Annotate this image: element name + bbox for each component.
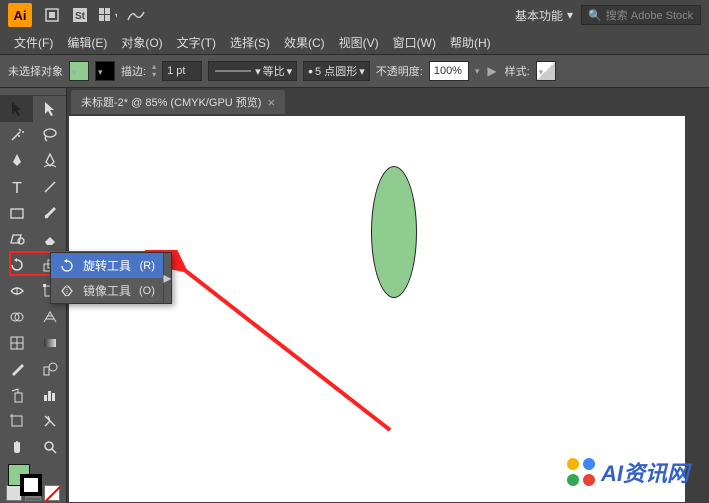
line-tool[interactable]: [33, 174, 66, 200]
curvature-tool[interactable]: [33, 148, 66, 174]
symbol-sprayer-tool[interactable]: [0, 382, 33, 408]
preview-icon[interactable]: [125, 4, 147, 26]
menu-effect[interactable]: 效果(C): [278, 32, 331, 53]
control-bar: 未选择对象 描边: ▴▾ 1 pt ▾等比▾ •5 点圆形▾ 不透明度: 100…: [0, 54, 709, 88]
search-icon: 🔍: [588, 9, 602, 22]
flyout-reflect-tool[interactable]: 镜像工具 (O): [51, 278, 163, 303]
rotate-icon: [59, 258, 75, 274]
artboard-tool[interactable]: [0, 408, 33, 434]
perspective-grid-tool[interactable]: [33, 304, 66, 330]
watermark: AI资讯网: [567, 456, 689, 488]
opacity-label: 不透明度:: [376, 63, 423, 79]
menu-help[interactable]: 帮助(H): [444, 32, 497, 53]
none-mode-icon[interactable]: [44, 485, 60, 501]
workspace-dropdown[interactable]: 基本功能 ▾: [507, 5, 581, 26]
direct-selection-tool[interactable]: [33, 96, 66, 122]
svg-text:T: T: [12, 180, 22, 195]
variable-width-dropdown[interactable]: ▾等比▾: [208, 61, 297, 81]
menu-file[interactable]: 文件(F): [8, 32, 59, 53]
paintbrush-tool[interactable]: [33, 200, 66, 226]
menu-edit[interactable]: 编辑(E): [61, 32, 113, 53]
stroke-swatch[interactable]: [95, 61, 115, 81]
opacity-input[interactable]: 100%: [429, 61, 469, 81]
tab-title: 未标题-2* @ 85% (CMYK/GPU 预览): [81, 94, 261, 110]
canvas[interactable]: [67, 114, 709, 503]
gradient-tool[interactable]: [33, 330, 66, 356]
stock-icon[interactable]: St: [69, 4, 91, 26]
flyout-rotate-label: 旋转工具: [83, 257, 131, 274]
style-swatch[interactable]: [536, 61, 556, 81]
stroke-label: 描边:: [121, 63, 146, 79]
magic-wand-tool[interactable]: [0, 122, 33, 148]
flyout-reflect-shortcut: (O): [139, 285, 155, 297]
tab-bar: 未标题-2* @ 85% (CMYK/GPU 预览) ×: [67, 88, 709, 114]
menu-view[interactable]: 视图(V): [333, 32, 385, 53]
stock-search-input[interactable]: 🔍 搜索 Adobe Stock: [581, 5, 701, 25]
fill-swatch[interactable]: [69, 61, 89, 81]
menu-type[interactable]: 文字(T): [171, 32, 222, 53]
shape-builder-tool[interactable]: [0, 304, 33, 330]
next-icon[interactable]: ▶: [487, 64, 496, 78]
flyout-rotate-tool[interactable]: 旋转工具 (R): [51, 253, 163, 278]
rectangle-tool[interactable]: [0, 200, 33, 226]
slice-tool[interactable]: [33, 408, 66, 434]
selection-status: 未选择对象: [8, 63, 63, 79]
workspace-label: 基本功能: [515, 7, 563, 24]
rotate-tool[interactable]: [0, 252, 33, 278]
menu-window[interactable]: 窗口(W): [387, 32, 442, 53]
close-icon[interactable]: ×: [267, 95, 275, 110]
watermark-logo-icon: [567, 458, 595, 486]
artboard[interactable]: [69, 116, 685, 502]
pen-tool[interactable]: [0, 148, 33, 174]
menu-select[interactable]: 选择(S): [224, 32, 276, 53]
brush-dropdown[interactable]: •5 点圆形▾: [303, 61, 370, 81]
search-placeholder: 搜索 Adobe Stock: [606, 7, 693, 23]
tools-panel-header[interactable]: [0, 88, 66, 96]
width-tool[interactable]: [0, 278, 33, 304]
flyout-tearoff-handle[interactable]: ▸: [163, 253, 171, 303]
hand-tool[interactable]: [0, 434, 33, 460]
opacity-chevron-icon[interactable]: ▾: [475, 66, 480, 77]
svg-text:▾: ▾: [115, 11, 117, 20]
arrange-icon[interactable]: ▾: [97, 4, 119, 26]
mesh-tool[interactable]: [0, 330, 33, 356]
stroke-stepper[interactable]: ▴▾: [152, 63, 156, 79]
app-logo-icon: Ai: [8, 3, 32, 27]
lasso-tool[interactable]: [33, 122, 66, 148]
color-picker-area[interactable]: [0, 460, 66, 483]
stroke-color-box[interactable]: [20, 474, 42, 496]
chevron-down-icon: ▾: [567, 8, 573, 22]
selection-tool[interactable]: [0, 96, 33, 122]
style-label: 样式:: [505, 63, 530, 79]
shaper-tool[interactable]: [0, 226, 33, 252]
menu-bar: 文件(F) 编辑(E) 对象(O) 文字(T) 选择(S) 效果(C) 视图(V…: [0, 30, 709, 54]
reflect-icon: [59, 283, 75, 299]
zoom-tool[interactable]: [33, 434, 66, 460]
stroke-width-input[interactable]: 1 pt: [162, 61, 202, 81]
type-tool[interactable]: T: [0, 174, 33, 200]
document-tab[interactable]: 未标题-2* @ 85% (CMYK/GPU 预览) ×: [71, 90, 285, 114]
column-graph-tool[interactable]: [33, 382, 66, 408]
blend-tool[interactable]: [33, 356, 66, 382]
title-bar: Ai St ▾ 基本功能 ▾ 🔍 搜索 Adobe Stock: [0, 0, 709, 30]
menu-object[interactable]: 对象(O): [115, 32, 168, 53]
watermark-text: AI资讯网: [601, 456, 689, 488]
tool-flyout-menu: 旋转工具 (R) 镜像工具 (O) ▸: [50, 252, 172, 304]
eraser-tool[interactable]: [33, 226, 66, 252]
bridge-icon[interactable]: [41, 4, 63, 26]
svg-text:St: St: [75, 11, 86, 22]
flyout-reflect-label: 镜像工具: [83, 282, 131, 299]
ellipse-shape[interactable]: [371, 166, 417, 298]
eyedropper-tool[interactable]: [0, 356, 33, 382]
flyout-rotate-shortcut: (R): [140, 260, 155, 272]
